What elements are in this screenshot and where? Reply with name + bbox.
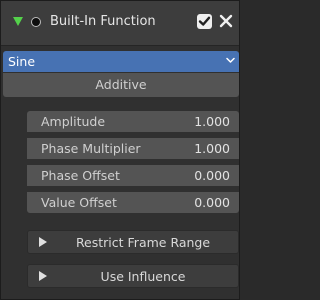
field-label: Phase Offset bbox=[41, 168, 120, 183]
amplitude-field[interactable]: Amplitude 1.000 bbox=[27, 111, 239, 132]
checkmark-icon bbox=[198, 16, 211, 26]
field-value: 0.000 bbox=[194, 195, 230, 210]
function-type-dropdown[interactable]: Sine bbox=[3, 51, 239, 72]
modifier-header: Built-In Function bbox=[1, 1, 239, 46]
function-type-value: Sine bbox=[8, 54, 36, 69]
field-label: Amplitude bbox=[41, 114, 106, 129]
field-label: Phase Multiplier bbox=[41, 141, 141, 156]
restrict-frame-range-subpanel[interactable]: Restrict Frame Range bbox=[27, 230, 239, 254]
modifier-panel: Built-In Function Sine Additive Amplitud… bbox=[0, 0, 240, 300]
toggle-dot-icon[interactable] bbox=[30, 16, 42, 28]
chevron-down-icon bbox=[226, 57, 235, 63]
field-value: 1.000 bbox=[194, 114, 230, 129]
modifier-title: Built-In Function bbox=[50, 14, 156, 29]
expand-triangle-icon[interactable] bbox=[13, 17, 23, 26]
subpanel-label: Use Influence bbox=[100, 269, 186, 284]
value-offset-field[interactable]: Value Offset 0.000 bbox=[27, 192, 239, 213]
enable-checkbox[interactable] bbox=[197, 14, 212, 29]
phase-offset-field[interactable]: Phase Offset 0.000 bbox=[27, 165, 239, 186]
field-value: 1.000 bbox=[194, 141, 230, 156]
field-label: Value Offset bbox=[41, 195, 117, 210]
close-icon[interactable] bbox=[218, 13, 234, 29]
phase-multiplier-field[interactable]: Phase Multiplier 1.000 bbox=[27, 138, 239, 159]
field-value: 0.000 bbox=[194, 168, 230, 183]
subpanel-label: Restrict Frame Range bbox=[75, 235, 211, 250]
use-influence-subpanel[interactable]: Use Influence bbox=[27, 264, 239, 288]
additive-button[interactable]: Additive bbox=[3, 73, 239, 97]
